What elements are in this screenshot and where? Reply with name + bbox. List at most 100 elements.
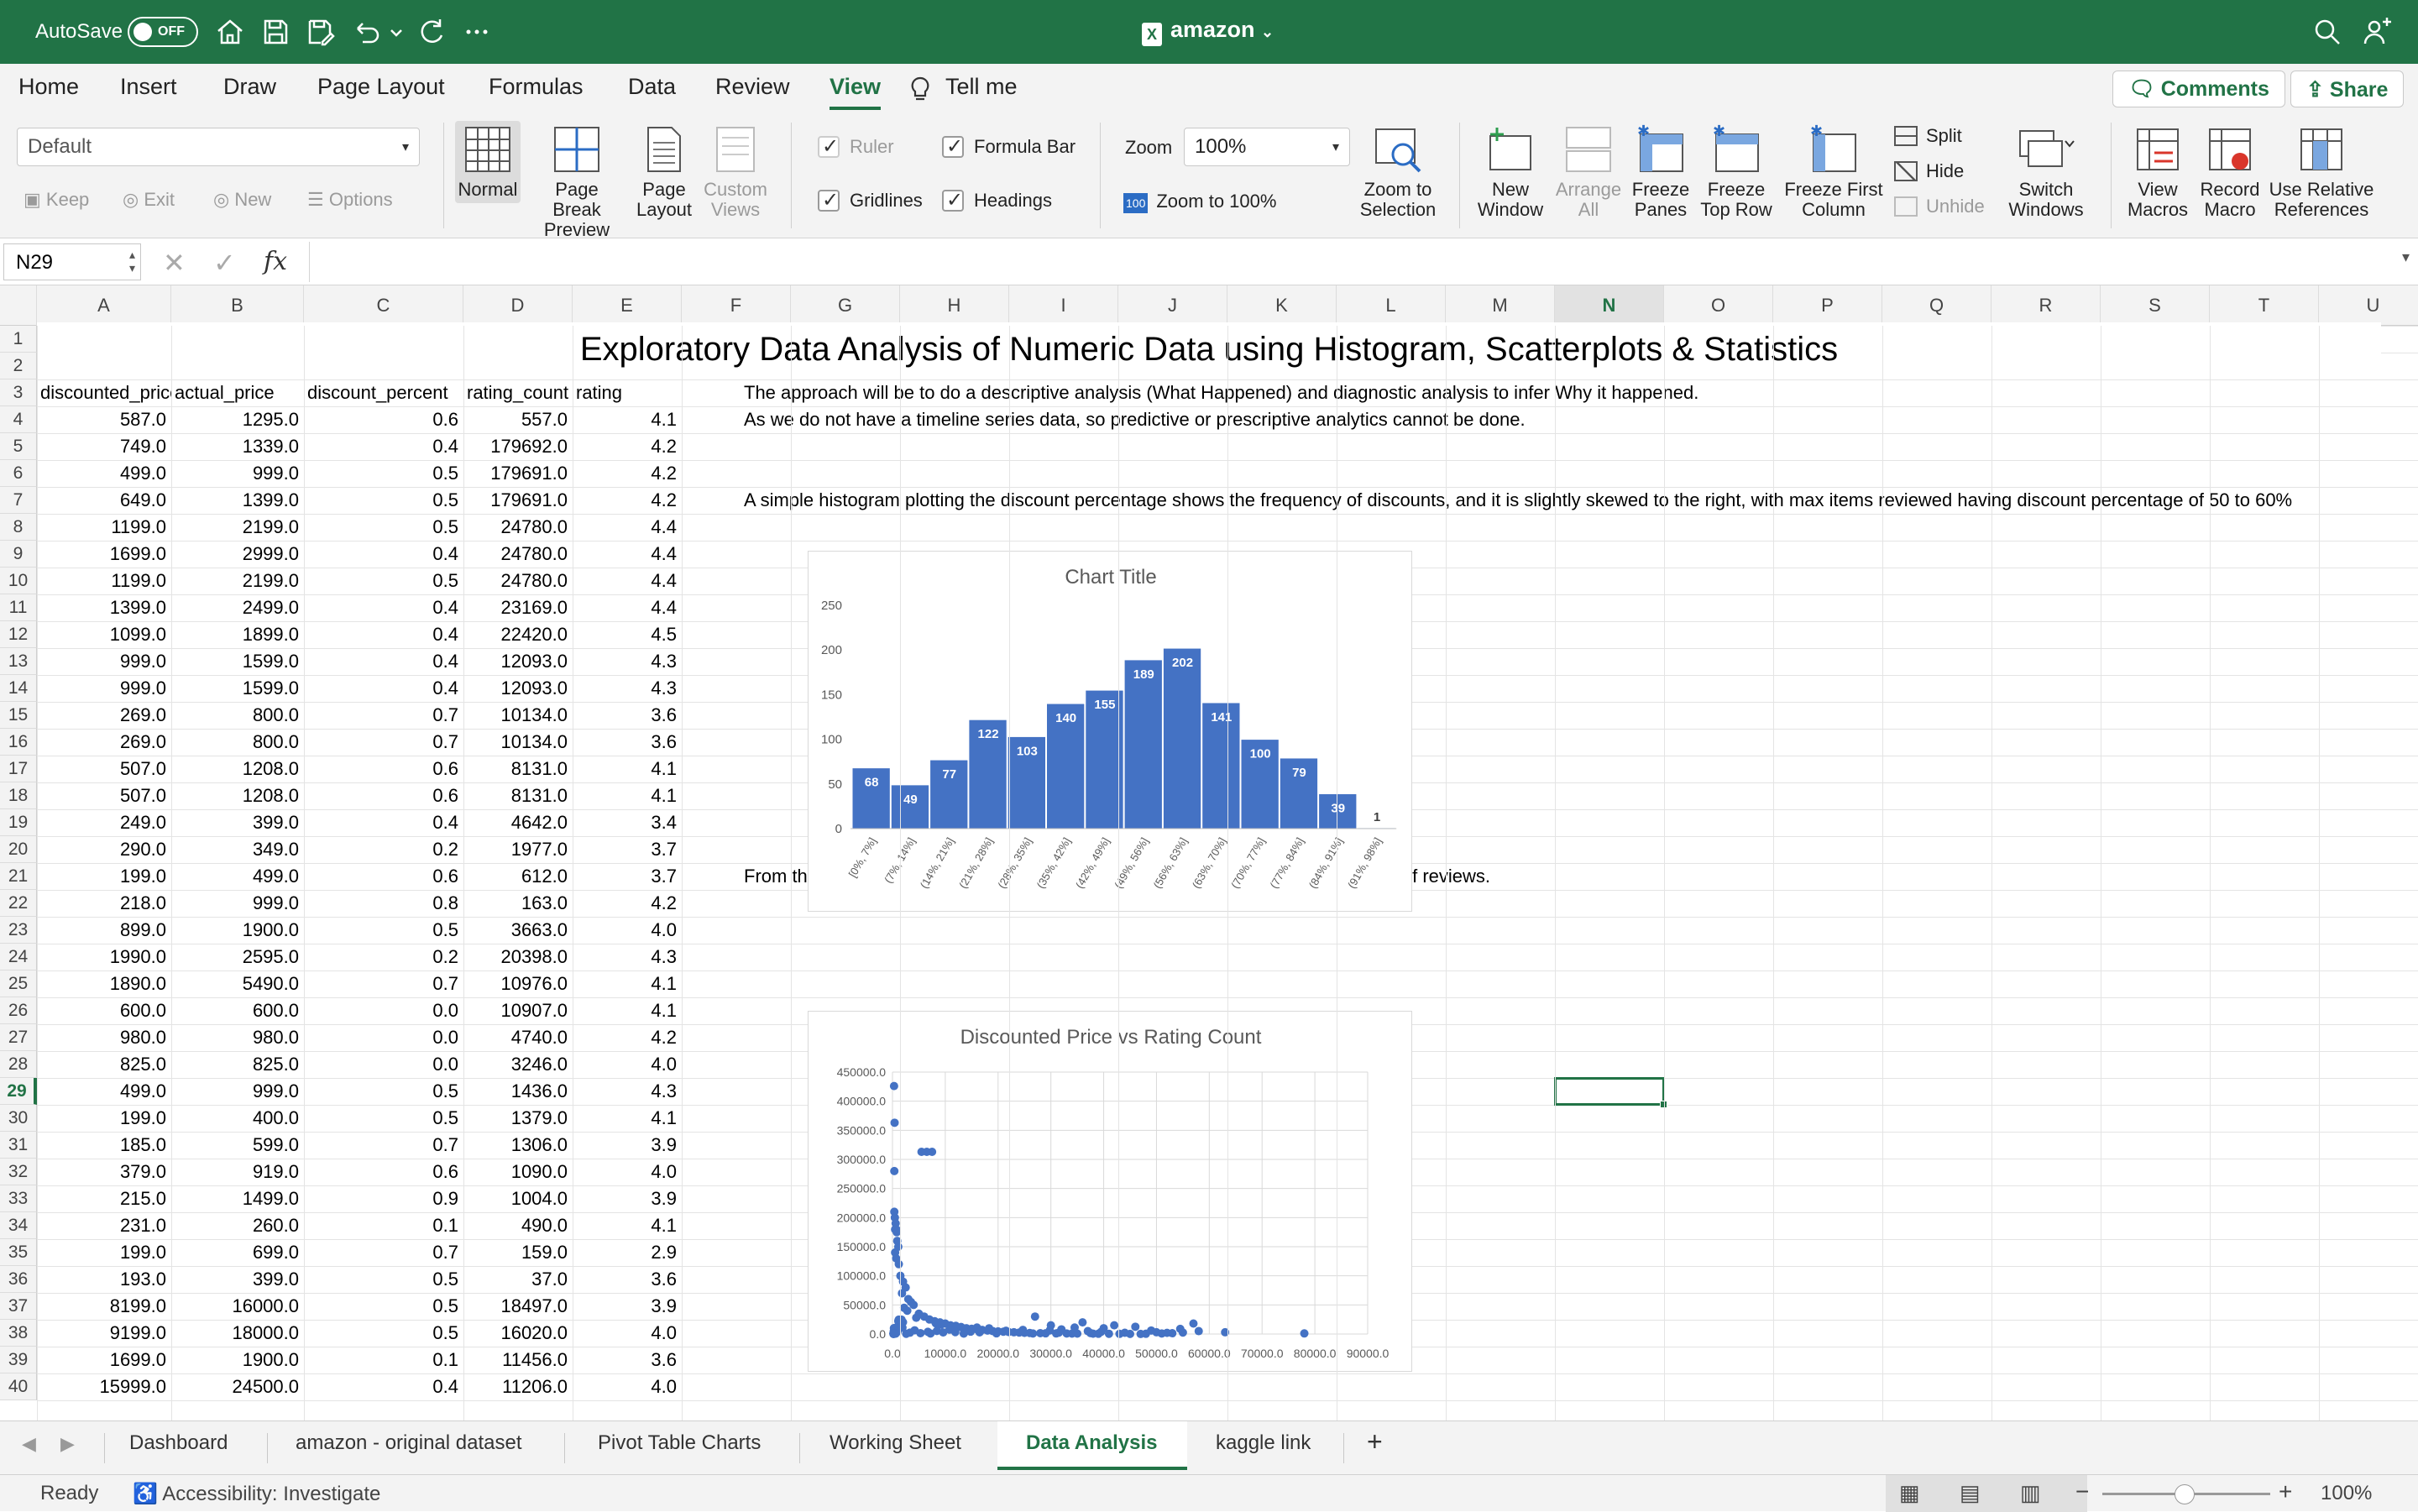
data-cell[interactable]: 490.0 bbox=[463, 1212, 573, 1239]
column-header-u[interactable]: U bbox=[2319, 285, 2418, 326]
data-cell[interactable]: 1699.0 bbox=[37, 1347, 171, 1373]
row-header-17[interactable]: 17 bbox=[0, 756, 37, 782]
data-cell[interactable]: 3.4 bbox=[573, 809, 682, 836]
headings-checkbox[interactable]: Headings bbox=[942, 188, 1052, 212]
zoom-level[interactable]: 100% bbox=[2321, 1482, 2372, 1505]
worksheet-grid[interactable]: ABCDEFGHIJKLMNOPQRSTU 1 2 3 4 5 6 7 8 9 10 11 12 13 1… bbox=[0, 285, 2418, 1420]
undo-icon[interactable] bbox=[349, 15, 383, 49]
data-cell[interactable]: 260.0 bbox=[171, 1212, 304, 1239]
column-header-s[interactable]: S bbox=[2101, 285, 2210, 326]
data-cell[interactable]: 24500.0 bbox=[171, 1373, 304, 1400]
share-people-icon[interactable] bbox=[2361, 15, 2394, 49]
data-cell[interactable]: 999.0 bbox=[171, 1078, 304, 1105]
data-cell[interactable]: 507.0 bbox=[37, 782, 171, 809]
exit-button[interactable]: ◎ Exit bbox=[123, 190, 175, 210]
column-header-k[interactable]: K bbox=[1227, 285, 1337, 326]
row-header-2[interactable]: 2 bbox=[0, 353, 37, 379]
data-cell[interactable]: 4.5 bbox=[573, 621, 682, 648]
sheet-tab-data-analysis[interactable]: Data Analysis bbox=[1026, 1431, 1158, 1455]
column-header-c[interactable]: C bbox=[304, 285, 463, 326]
data-cell[interactable]: 0.7 bbox=[304, 1132, 463, 1159]
data-cell[interactable]: 1099.0 bbox=[37, 621, 171, 648]
column-header-d[interactable]: D bbox=[463, 285, 573, 326]
data-cell[interactable]: 4.1 bbox=[573, 406, 682, 433]
data-cell[interactable]: 4.2 bbox=[573, 890, 682, 917]
column-label-cell[interactable]: discounted_price bbox=[37, 379, 171, 406]
view-macros-button[interactable]: View Macros bbox=[2122, 124, 2193, 220]
data-cell[interactable]: 1599.0 bbox=[171, 648, 304, 675]
data-cell[interactable]: 1599.0 bbox=[171, 675, 304, 702]
data-cell[interactable]: 0.7 bbox=[304, 729, 463, 756]
data-cell[interactable]: 8199.0 bbox=[37, 1293, 171, 1320]
data-cell[interactable]: 1208.0 bbox=[171, 756, 304, 782]
data-cell[interactable]: 0.6 bbox=[304, 782, 463, 809]
row-header-29[interactable]: 29 bbox=[0, 1078, 37, 1105]
data-cell[interactable]: 4.1 bbox=[573, 1212, 682, 1239]
row-header-8[interactable]: 8 bbox=[0, 514, 37, 541]
data-cell[interactable]: 8131.0 bbox=[463, 782, 573, 809]
data-cell[interactable]: 1899.0 bbox=[171, 621, 304, 648]
data-cell[interactable]: 4.1 bbox=[573, 1105, 682, 1132]
zoom-to-selection-button[interactable]: Zoom to Selection bbox=[1352, 124, 1444, 220]
zoom-in-icon[interactable]: + bbox=[2279, 1478, 2292, 1505]
column-header-r[interactable]: R bbox=[1991, 285, 2101, 326]
data-cell[interactable]: 599.0 bbox=[171, 1132, 304, 1159]
data-cell[interactable]: 0.0 bbox=[304, 1051, 463, 1078]
scatter-chart[interactable]: Discounted Price vs Rating Count 0.0 50000… bbox=[808, 1011, 1412, 1372]
data-cell[interactable]: 18000.0 bbox=[171, 1320, 304, 1347]
data-cell[interactable]: 199.0 bbox=[37, 1105, 171, 1132]
row-header-4[interactable]: 4 bbox=[0, 406, 37, 433]
row-header-3[interactable]: 3 bbox=[0, 379, 37, 406]
data-cell[interactable]: 1399.0 bbox=[37, 594, 171, 621]
freeze-top-row-button[interactable]: ✱ Freeze Top Row bbox=[1694, 124, 1778, 220]
data-cell[interactable]: 0.4 bbox=[304, 675, 463, 702]
data-cell[interactable]: 3663.0 bbox=[463, 917, 573, 944]
row-header-18[interactable]: 18 bbox=[0, 782, 37, 809]
data-cell[interactable]: 12093.0 bbox=[463, 648, 573, 675]
switch-windows-button[interactable]: Switch Windows bbox=[2000, 124, 2092, 220]
data-cell[interactable]: 749.0 bbox=[37, 433, 171, 460]
data-cell[interactable]: 4.3 bbox=[573, 648, 682, 675]
data-cell[interactable]: 1199.0 bbox=[37, 568, 171, 594]
data-cell[interactable]: 0.5 bbox=[304, 917, 463, 944]
row-header-20[interactable]: 20 bbox=[0, 836, 37, 863]
record-macro-button[interactable]: Record Macro bbox=[2195, 124, 2265, 220]
data-cell[interactable]: 1890.0 bbox=[37, 971, 171, 997]
data-cell[interactable]: 185.0 bbox=[37, 1132, 171, 1159]
data-cell[interactable]: 800.0 bbox=[171, 729, 304, 756]
row-header-5[interactable]: 5 bbox=[0, 433, 37, 460]
data-cell[interactable]: 649.0 bbox=[37, 487, 171, 514]
data-cell[interactable]: 3.7 bbox=[573, 863, 682, 890]
add-sheet-button[interactable]: + bbox=[1367, 1426, 1383, 1457]
data-cell[interactable]: 9199.0 bbox=[37, 1320, 171, 1347]
normal-view-button[interactable]: Normal bbox=[455, 121, 521, 203]
data-cell[interactable]: 1004.0 bbox=[463, 1185, 573, 1212]
data-cell[interactable]: 4.3 bbox=[573, 1078, 682, 1105]
data-cell[interactable]: 1295.0 bbox=[171, 406, 304, 433]
page-layout-view-button[interactable]: Page Layout bbox=[635, 124, 693, 220]
data-cell[interactable]: 3.9 bbox=[573, 1293, 682, 1320]
sheet-tab-working-sheet[interactable]: Working Sheet bbox=[830, 1431, 961, 1455]
data-cell[interactable]: 0.2 bbox=[304, 836, 463, 863]
data-cell[interactable]: 0.5 bbox=[304, 568, 463, 594]
row-header-31[interactable]: 31 bbox=[0, 1132, 37, 1159]
data-cell[interactable]: 4.4 bbox=[573, 514, 682, 541]
row-header-34[interactable]: 34 bbox=[0, 1212, 37, 1239]
data-cell[interactable]: 0.4 bbox=[304, 594, 463, 621]
data-cell[interactable]: 0.4 bbox=[304, 433, 463, 460]
data-cell[interactable]: 11456.0 bbox=[463, 1347, 573, 1373]
sheet-view-select[interactable]: Default ▾ bbox=[17, 128, 420, 166]
data-cell[interactable]: 3.6 bbox=[573, 1266, 682, 1293]
data-cell[interactable]: 193.0 bbox=[37, 1266, 171, 1293]
options-button[interactable]: ☰ Options bbox=[307, 190, 393, 210]
data-cell[interactable]: 22420.0 bbox=[463, 621, 573, 648]
row-header-7[interactable]: 7 bbox=[0, 487, 37, 514]
column-header-t[interactable]: T bbox=[2210, 285, 2319, 326]
data-cell[interactable]: 0.6 bbox=[304, 756, 463, 782]
data-cell[interactable]: 24780.0 bbox=[463, 514, 573, 541]
data-cell[interactable]: 399.0 bbox=[171, 809, 304, 836]
comments-button[interactable]: 🗨 Comments bbox=[2112, 71, 2285, 107]
data-cell[interactable]: 218.0 bbox=[37, 890, 171, 917]
data-cell[interactable]: 15999.0 bbox=[37, 1373, 171, 1400]
expand-formula-icon[interactable]: ▾ bbox=[2402, 249, 2410, 266]
